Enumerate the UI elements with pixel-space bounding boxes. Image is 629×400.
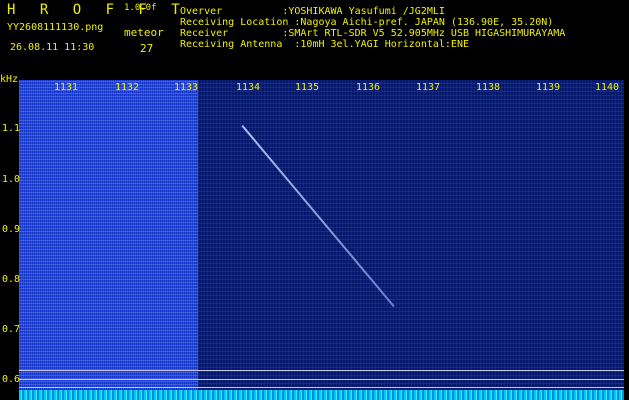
x-tick-label: 1137 <box>416 82 441 93</box>
marker-line <box>19 379 624 380</box>
x-tick-label: 1134 <box>236 82 261 93</box>
x-tick-label: 1138 <box>476 82 501 93</box>
y-tick-label: 0.9 <box>2 224 21 235</box>
observer-line: Overver :YOSHIKAWA Yasufumi /JG2MLI <box>180 6 445 17</box>
app-title: H R O F F T <box>7 2 188 18</box>
y-tick-label: 0.8 <box>2 274 21 285</box>
datetime-label: 26.08.11 11:30 <box>10 42 95 53</box>
x-tick-label: 1140 <box>595 82 620 93</box>
meteor-count: 27 <box>140 42 154 55</box>
spectrogram-plot[interactable] <box>19 80 624 400</box>
marker-line <box>19 370 624 371</box>
x-tick-label: 1133 <box>174 82 199 93</box>
signal-level-band <box>19 390 624 400</box>
location-line: Receiving Location :Nagoya Aichi-pref. J… <box>180 17 554 28</box>
spectrogram-left-band <box>19 80 198 400</box>
receiver-line: Receiver :SMArt RTL-SDR V5 52.905MHz USB… <box>180 28 566 39</box>
x-tick-label: 1131 <box>54 82 79 93</box>
header-panel: H R O F F T 1.0.0f YY2608111130.png mete… <box>0 0 629 72</box>
x-tick-label: 1135 <box>295 82 320 93</box>
version-label: 1.0.0f <box>124 3 157 13</box>
marker-line <box>19 387 624 388</box>
y-tick-label: 0.7 <box>2 324 21 335</box>
x-tick-label: 1139 <box>536 82 561 93</box>
y-tick-label: 0.6 <box>2 374 21 385</box>
y-axis-unit: kHz <box>0 74 19 85</box>
x-tick-label: 1132 <box>115 82 140 93</box>
station-info: Overver :YOSHIKAWA Yasufumi /JG2MLI Rece… <box>180 6 565 50</box>
x-tick-label: 1136 <box>356 82 381 93</box>
meteor-label: meteor <box>124 26 164 39</box>
y-tick-label: 1.0 <box>2 174 21 185</box>
antenna-line: Receiving Antenna :10mH 3el.YAGI Horizon… <box>180 39 469 50</box>
y-tick-label: 1.1 <box>2 123 21 134</box>
spectrogram-right-band <box>198 80 624 400</box>
filename-label: YY2608111130.png <box>7 22 104 33</box>
